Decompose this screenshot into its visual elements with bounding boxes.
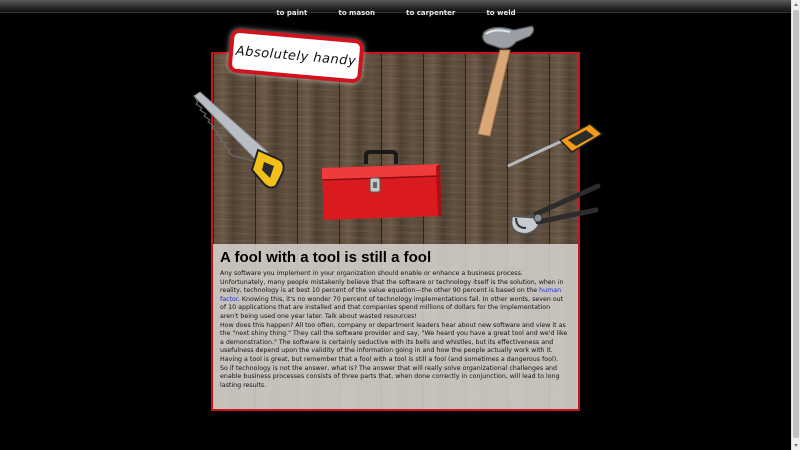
scroll-up-arrow-icon[interactable] [794,3,798,6]
top-nav: to paint to mason to carpenter to weld [0,0,792,17]
article-panel: A fool with a tool is still a fool Any s… [213,244,578,409]
hand-saw-icon [193,91,285,189]
nav-link-to-carpenter[interactable]: to carpenter [406,8,455,19]
paragraph-1-text-b: . Knowing this, it's no wonder 70 percen… [220,295,564,320]
scrollbar-thumb[interactable] [793,10,799,438]
pliers-icon [510,183,601,236]
article-title: A fool with a tool is still a fool [220,249,432,266]
screwdriver-icon [507,123,604,168]
article-paragraph-2: How does this happen? All too often, com… [220,321,568,363]
nav-link-to-weld[interactable]: to weld [486,8,515,19]
paragraph-1-text-a: Any software you implement in your organ… [220,270,564,295]
toolbox-icon [321,150,442,220]
scroll-down-arrow-icon[interactable] [794,444,798,447]
nav-link-to-mason[interactable]: to mason [338,8,375,19]
vertical-scrollbar[interactable] [791,0,800,450]
article-paragraph-3: So if technology is not the answer, what… [220,364,560,389]
article-body: Any software you implement in your organ… [220,270,568,390]
article-paragraph-1: Any software you implement in your organ… [220,270,568,322]
nav-link-to-paint[interactable]: to paint [276,8,307,19]
badge-text: Absolutely handy [235,43,357,69]
